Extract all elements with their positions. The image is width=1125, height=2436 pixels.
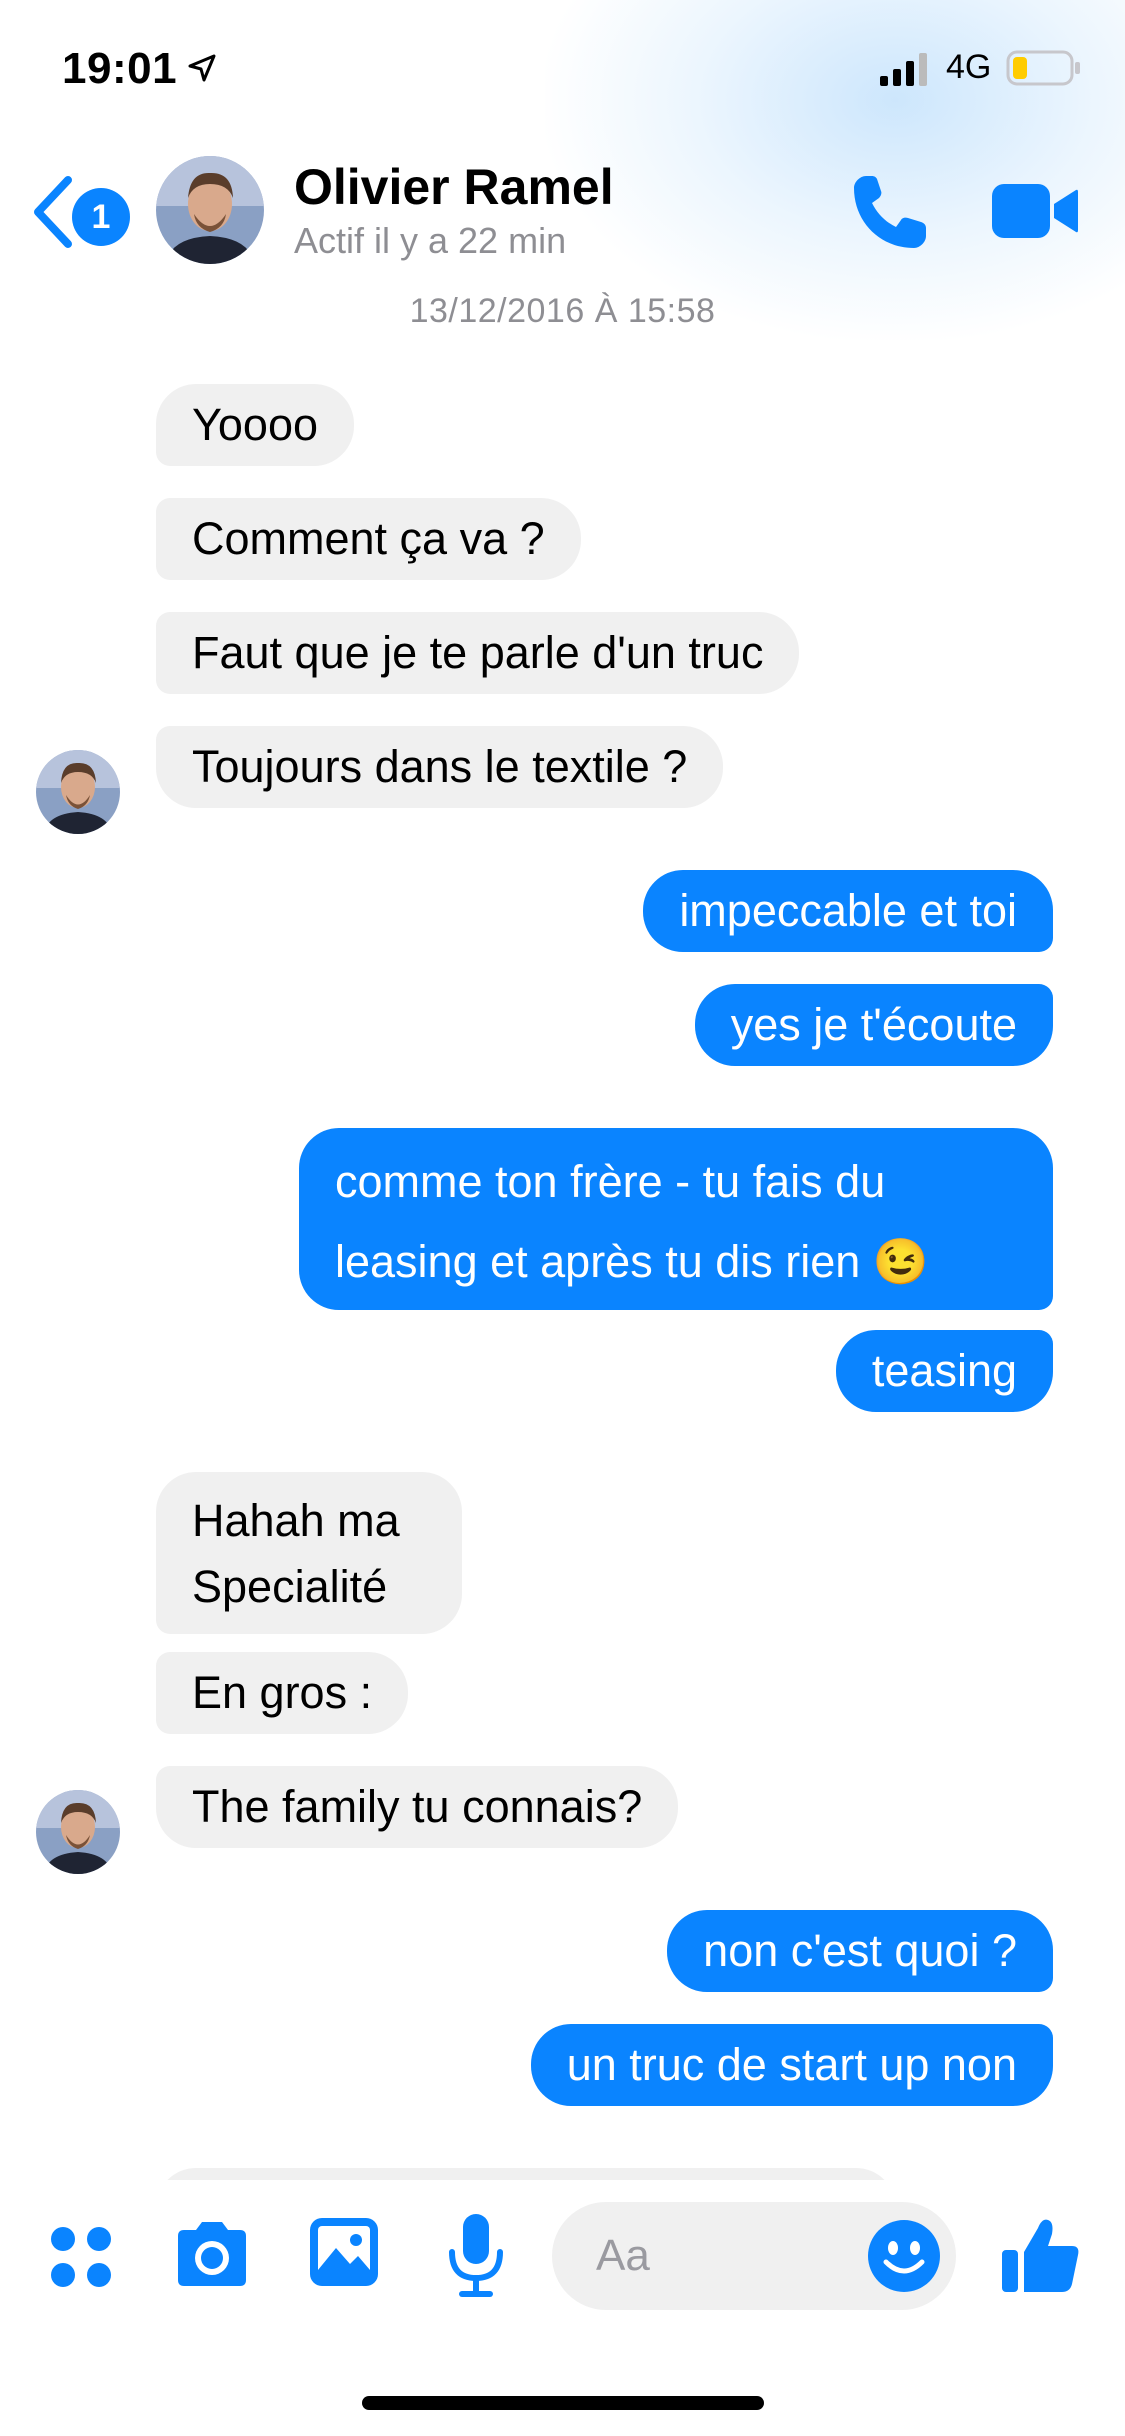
chevron-left-icon bbox=[34, 176, 72, 248]
message-bubble-outgoing[interactable]: yes je t'écoute bbox=[694, 984, 1053, 1066]
message-bubble-incoming[interactable]: The family tu connais? bbox=[156, 1766, 679, 1848]
sender-avatar[interactable] bbox=[36, 1790, 120, 1874]
unread-badge: 1 bbox=[72, 188, 130, 246]
cellular-signal-icon bbox=[880, 53, 927, 86]
message-bubble-outgoing[interactable]: teasing bbox=[835, 1330, 1053, 1412]
message-bubble-incoming[interactable]: Faut que je te parle d'un truc bbox=[156, 612, 800, 694]
message-bubble-incoming[interactable]: Yoooo bbox=[156, 384, 354, 466]
back-button[interactable]: 1 bbox=[24, 170, 136, 258]
status-bar: 19:01 4G bbox=[0, 0, 1125, 140]
location-arrow-icon bbox=[188, 54, 216, 82]
thumbs-up-icon[interactable] bbox=[1000, 2214, 1082, 2296]
sender-avatar[interactable] bbox=[36, 750, 120, 834]
network-type: 4G bbox=[946, 48, 992, 86]
messenger-conversation-screen: 19:01 4G 1 Olivier Ramel Actif il y a 22… bbox=[0, 0, 1125, 2436]
video-camera-icon[interactable] bbox=[990, 178, 1080, 244]
conversation-timestamp: 13/12/2016 À 15:58 bbox=[409, 292, 716, 330]
message-bubble-outgoing[interactable]: impeccable et toi bbox=[643, 870, 1053, 952]
battery-low-icon bbox=[1006, 50, 1080, 86]
message-bubble-incoming[interactable]: Toujours dans le textile ? bbox=[156, 726, 724, 808]
phone-icon[interactable] bbox=[848, 170, 932, 254]
status-time: 19:01 bbox=[62, 44, 178, 93]
photo-gallery-icon[interactable] bbox=[308, 2216, 380, 2288]
message-bubble-outgoing[interactable]: un truc de start up non bbox=[530, 2024, 1053, 2106]
message-bubble-incoming[interactable]: Hahah ma Specialité bbox=[156, 1472, 462, 1634]
message-bubble-outgoing[interactable]: comme ton frère - tu fais du leasing et … bbox=[299, 1128, 1053, 1310]
message-bubble-outgoing[interactable]: non c'est quoi ? bbox=[667, 1910, 1053, 1992]
emoji-icon[interactable] bbox=[866, 2218, 942, 2294]
apps-grid-icon[interactable] bbox=[48, 2224, 114, 2290]
contact-activity-status: Actif il y a 22 min bbox=[294, 220, 567, 261]
camera-icon[interactable] bbox=[172, 2218, 252, 2290]
microphone-icon[interactable] bbox=[446, 2212, 506, 2298]
conversation-header: 1 Olivier Ramel Actif il y a 22 min bbox=[0, 140, 1125, 290]
message-input[interactable] bbox=[596, 2226, 796, 2286]
home-indicator[interactable] bbox=[362, 2396, 764, 2410]
contact-avatar[interactable] bbox=[156, 156, 264, 264]
message-bubble-incoming[interactable]: Comment ça va ? bbox=[156, 498, 581, 580]
message-bubble-incoming[interactable]: En gros : bbox=[156, 1652, 409, 1734]
message-input-container bbox=[552, 2202, 956, 2310]
contact-name[interactable]: Olivier Ramel bbox=[294, 158, 614, 216]
